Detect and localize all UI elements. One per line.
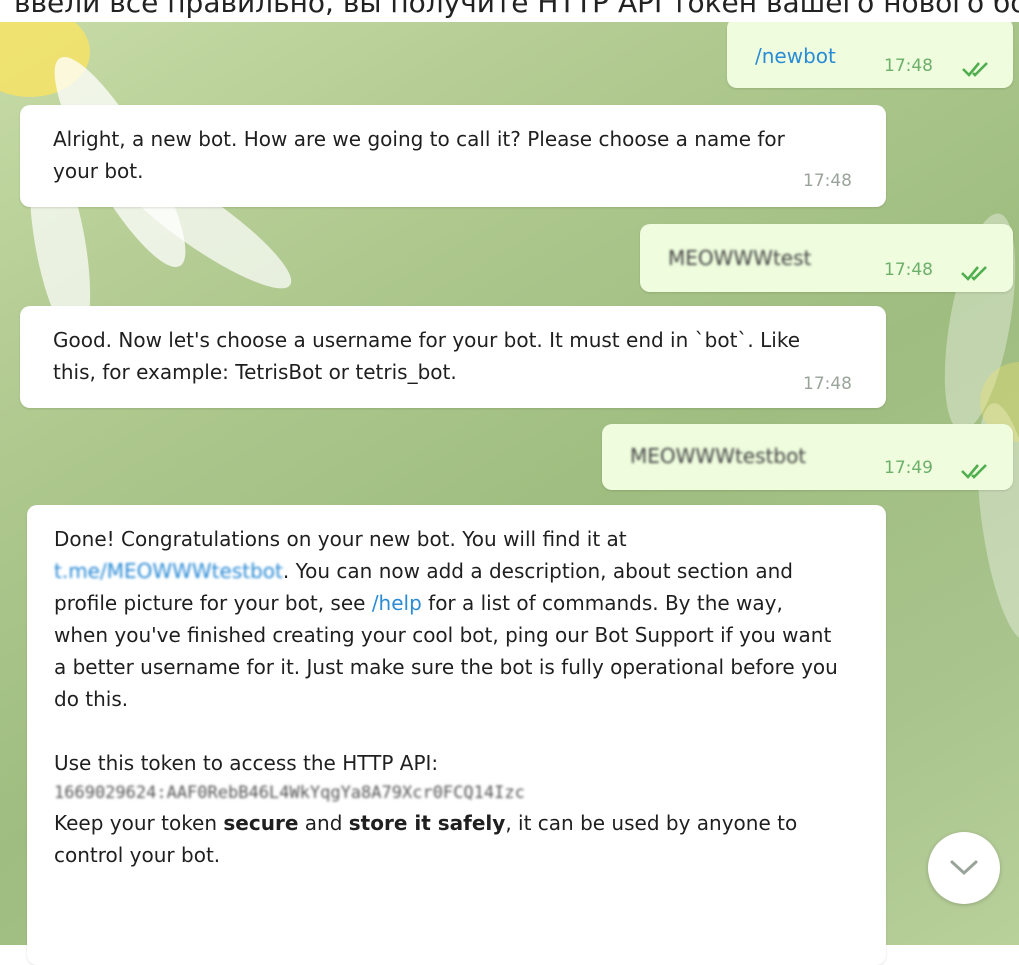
- message-time: 17:48: [803, 374, 852, 394]
- api-token[interactable]: 1669029624:AAF0RebB46L4WkYqgYa8A79Xcr0FC…: [54, 779, 839, 807]
- message-time: 17:48: [803, 171, 852, 191]
- double-check-icon: [961, 464, 987, 479]
- message-time: 17:49: [884, 458, 933, 478]
- message-text: Alright, a new bot. How are we going to …: [53, 127, 785, 183]
- message-outgoing-username[interactable]: MEOWWWtestbot 17:49: [602, 424, 1013, 490]
- message-outgoing-name[interactable]: MEOWWWtest 17:48: [640, 224, 1013, 292]
- message-time: 17:48: [884, 56, 933, 76]
- text-fragment: and: [304, 811, 343, 835]
- message-paragraph-3: Keep your token secure and store it safe…: [54, 807, 839, 871]
- bot-username-text: MEOWWWtestbot: [630, 444, 807, 468]
- double-check-icon: [962, 62, 988, 77]
- message-text: Good. Now let's choose a username for yo…: [53, 328, 800, 384]
- message-incoming-username-prompt[interactable]: Good. Now let's choose a username for yo…: [20, 306, 886, 408]
- command-text[interactable]: /newbot: [755, 40, 836, 72]
- text-fragment: Done! Congratulations on your new bot. Y…: [54, 527, 627, 551]
- text-fragment: Keep your token: [54, 811, 218, 835]
- bot-link[interactable]: t.me/MEOWWWtestbot: [54, 559, 283, 583]
- double-check-icon: [961, 266, 987, 281]
- caption-strip: ввели все правильно, вы получите HTTP AP…: [0, 0, 1019, 22]
- message-body: Done! Congratulations on your new bot. Y…: [54, 523, 839, 871]
- message-paragraph-2: Use this token to access the HTTP API:: [54, 751, 439, 775]
- message-paragraph-1: Done! Congratulations on your new bot. Y…: [54, 523, 839, 715]
- chevron-down-icon: [950, 860, 978, 876]
- bold-fragment: secure: [223, 811, 299, 835]
- bold-fragment: store it safely: [348, 811, 506, 835]
- message-time: 17:48: [884, 260, 933, 280]
- message-outgoing-newbot[interactable]: /newbot 17:48: [727, 18, 1013, 88]
- scroll-down-button[interactable]: [928, 832, 1000, 904]
- help-command-link[interactable]: /help: [372, 591, 422, 615]
- message-incoming-done[interactable]: Done! Congratulations on your new bot. Y…: [27, 505, 886, 965]
- message-incoming-name-prompt[interactable]: Alright, a new bot. How are we going to …: [20, 105, 886, 207]
- caption-text: ввели все правильно, вы получите HTTP AP…: [14, 0, 1019, 19]
- bot-name-text: MEOWWWtest: [668, 246, 812, 270]
